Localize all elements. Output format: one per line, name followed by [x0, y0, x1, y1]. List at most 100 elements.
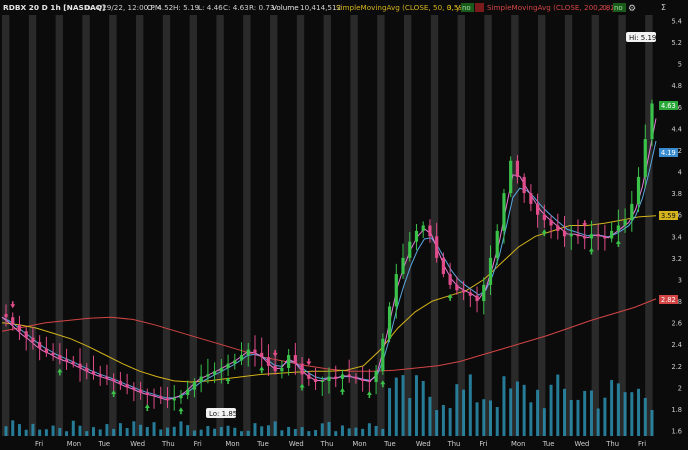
candle-body [569, 234, 573, 237]
volume-bar [293, 428, 297, 436]
volume-bar [401, 375, 405, 436]
candle-body [44, 348, 48, 353]
volume-bar [85, 431, 89, 436]
candle-body [374, 371, 378, 383]
x-tick-label: Fri [479, 440, 487, 448]
candle-body [394, 274, 398, 307]
sma200-flag: no [614, 4, 623, 12]
volume-bar [17, 424, 21, 436]
x-tick-label: Thu [605, 440, 619, 448]
volume-bar [38, 429, 42, 436]
candle-body [401, 257, 405, 275]
badge-sma50: 3.59 [659, 211, 678, 220]
volume-bar [455, 384, 459, 436]
volume-bar [367, 423, 371, 436]
candle-body [475, 295, 479, 302]
candle-body [132, 387, 136, 390]
candle-body [287, 355, 291, 368]
volume-bar [159, 429, 163, 436]
chart-canvas[interactable]: RDBX 20 D 1h [NASDAQ] D: 4/29/22, 12:00 … [0, 0, 688, 450]
candle-body [630, 203, 634, 221]
sigma-icon[interactable]: Σ [661, 3, 666, 12]
y-tick-label: 2 [678, 384, 682, 392]
volume-bar [11, 420, 15, 436]
x-tick-label: Tue [542, 440, 555, 448]
x-tick-label: Tue [383, 440, 396, 448]
session-band [511, 15, 519, 436]
candle-body [623, 220, 627, 226]
session-band [645, 15, 653, 436]
lo-annotation: Lo: 1.85 [206, 408, 237, 418]
volume-bar [233, 427, 237, 436]
candle-body [583, 236, 587, 239]
volume-bar [260, 426, 264, 436]
candle-body [576, 234, 580, 237]
candle-body [536, 203, 540, 215]
volume-bar [58, 427, 62, 436]
lo-label: Lo: 1.85 [209, 410, 237, 418]
sma50-color-swatch [475, 3, 484, 12]
volume-bar [71, 420, 75, 436]
x-tick-label: Mon [352, 440, 366, 448]
candle-body [64, 359, 69, 362]
volume-bar [186, 425, 190, 436]
candle-body [320, 380, 324, 383]
volume-bar [320, 423, 324, 436]
x-tick-label: Wed [416, 440, 431, 448]
candle-body [91, 371, 96, 375]
volume-bar [421, 380, 425, 436]
volume-bar [78, 425, 82, 436]
candle-body [226, 363, 230, 368]
session-band [109, 15, 117, 436]
candle-body [31, 337, 35, 343]
candle-body [239, 355, 244, 361]
volume-bar [489, 400, 492, 436]
volume-bar [408, 398, 412, 436]
gear-icon[interactable]: ⚙ [628, 4, 636, 14]
candle-body [138, 389, 143, 393]
session-band [323, 15, 331, 436]
candle-body [556, 225, 560, 231]
candle-body [219, 367, 223, 372]
volume-bar [583, 390, 587, 436]
candle-body [354, 376, 358, 379]
volume-bar [240, 431, 244, 436]
session-band [136, 15, 144, 436]
hi-annotation: Hi: 5.19 [626, 32, 656, 42]
volume-bar [414, 375, 418, 436]
bar-range: R: 0.73 [249, 3, 274, 12]
x-tick-label: Fri [35, 440, 43, 448]
candle-body [529, 193, 533, 204]
candle-body [589, 234, 594, 239]
x-tick-label: Mon [225, 440, 239, 448]
candle-body [435, 236, 439, 258]
candle-body [85, 367, 89, 372]
volume-bar [428, 396, 432, 436]
volume-bar [226, 425, 230, 436]
candle-body [515, 160, 520, 177]
volume-bar [502, 376, 506, 436]
volume-bar [24, 429, 28, 436]
candle-body [421, 225, 425, 231]
session-band [162, 15, 171, 436]
badge-sma200: 2.82 [659, 295, 678, 304]
candle-body [367, 380, 371, 383]
candle-body [4, 314, 8, 318]
y-tick-label: 4 [678, 169, 682, 177]
candle-body [468, 292, 472, 296]
session-band [270, 15, 278, 436]
volume-bar [650, 409, 654, 436]
candle-body [246, 349, 250, 356]
candle-body [78, 363, 82, 368]
volume-value: 10,414,512 [300, 3, 341, 12]
volume-bar [172, 426, 176, 436]
volume-label[interactable]: Volume [272, 3, 299, 12]
sma200-value: 2.82 [599, 3, 615, 12]
volume-bar [361, 428, 365, 436]
volume-bar [448, 408, 452, 436]
candle-body [482, 284, 486, 302]
candle-body [596, 234, 600, 237]
candle-body [233, 360, 237, 364]
volume-bar [435, 410, 439, 436]
candle-body [273, 365, 277, 372]
